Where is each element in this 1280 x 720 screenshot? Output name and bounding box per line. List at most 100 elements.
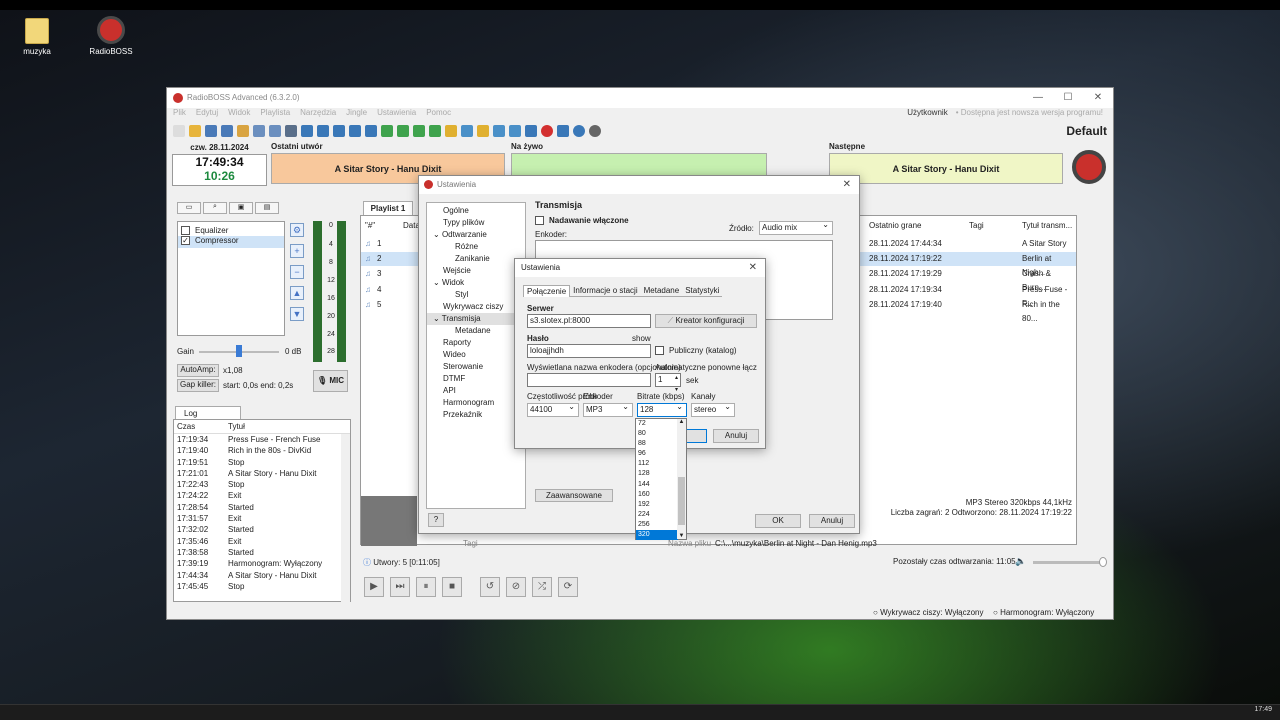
bitrate-option[interactable]: 88 <box>636 439 678 449</box>
stats-icon[interactable] <box>557 125 569 137</box>
menu-plik[interactable]: Plik <box>173 108 186 119</box>
new-icon[interactable] <box>173 125 185 137</box>
effect-settings-button[interactable]: ⚙ <box>290 223 304 237</box>
tab-connection[interactable]: Połączenie <box>523 285 571 297</box>
bitrate-option[interactable]: 320 <box>636 530 678 541</box>
minimize-button[interactable]: — <box>1023 88 1053 108</box>
log-row[interactable]: 17:19:40 Rich in the 80s - DivKid <box>174 445 350 456</box>
desktop-icon-radioboss[interactable]: RadioBOSS <box>81 16 141 56</box>
tree-broadcast[interactable]: ⌄ Transmisja <box>427 313 525 325</box>
next-icon[interactable]: ⏭ <box>390 577 410 597</box>
scroll-down-icon[interactable]: ▼ <box>677 533 686 539</box>
log-row[interactable]: 17:32:02 Started <box>174 524 350 535</box>
tool2-icon[interactable] <box>477 125 489 137</box>
tree-reports[interactable]: Raporty <box>427 337 525 349</box>
encoder-name-input[interactable] <box>527 373 651 387</box>
effect-equalizer[interactable]: Equalizer <box>178 222 284 236</box>
record-icon[interactable] <box>541 125 553 137</box>
pause-icon[interactable]: ⏸ <box>416 577 436 597</box>
tree-view[interactable]: ⌄ Widok <box>427 277 525 289</box>
loop-icon[interactable]: ⟳ <box>558 577 578 597</box>
scroll-up-icon[interactable]: ▲ <box>677 419 686 425</box>
close-button[interactable]: ✕ <box>1083 88 1113 108</box>
tree-general[interactable]: Ogólne <box>427 205 525 217</box>
bitrate-option[interactable]: 128 <box>636 469 678 479</box>
open-icon[interactable] <box>189 125 201 137</box>
log-row[interactable]: 17:22:43 Stop <box>174 479 350 490</box>
tree-metadata[interactable]: Metadane <box>427 325 525 337</box>
play-icon[interactable]: ▶ <box>364 577 384 597</box>
encoder-ok-button[interactable] <box>685 429 707 443</box>
log-row[interactable]: 17:45:45 Stop <box>174 581 350 592</box>
save-icon[interactable] <box>205 125 217 137</box>
log-row[interactable]: 17:19:51 Stop <box>174 457 350 468</box>
save-as-icon[interactable] <box>221 125 233 137</box>
menu-playlista[interactable]: Playlista <box>260 108 290 119</box>
channels-select[interactable]: stereo <box>691 401 735 417</box>
tree-misc[interactable]: Różne <box>427 241 525 253</box>
gain-slider-thumb[interactable] <box>236 345 242 357</box>
public-directory[interactable]: Publiczny (katalog) <box>655 346 737 356</box>
globe-icon[interactable] <box>573 125 585 137</box>
menu-narzedzia[interactable]: Narzędzia <box>300 108 336 119</box>
tab-effects-icon[interactable]: ▤ <box>255 202 279 214</box>
dropdown-scrollbar[interactable]: ▲ ▼ <box>677 419 686 539</box>
menu-edytuj[interactable]: Edytuj <box>196 108 218 119</box>
tree-input[interactable]: Wejście <box>427 265 525 277</box>
server-input[interactable]: s3.slotex.pl:8000 <box>527 314 651 328</box>
cut-icon[interactable] <box>237 125 249 137</box>
tab-folder-icon[interactable]: ▭ <box>177 202 201 214</box>
bitrate-option[interactable]: 160 <box>636 490 678 500</box>
tree-style[interactable]: Styl <box>427 289 525 301</box>
bitrate-option[interactable]: 96 <box>636 449 678 459</box>
gear-icon[interactable] <box>589 125 601 137</box>
tool3-icon[interactable] <box>493 125 505 137</box>
compressor-checkbox[interactable]: ✓ <box>181 236 190 246</box>
log-row[interactable]: 17:28:54 Started <box>174 502 350 513</box>
effect-up-button[interactable]: ▲ <box>290 286 304 300</box>
effect-compressor[interactable]: ✓ Compressor <box>178 236 284 248</box>
encoder-type-select[interactable]: MP3 <box>583 401 633 417</box>
bitrate-option[interactable]: 224 <box>636 510 678 520</box>
update-notice[interactable]: • Dostępna jest nowsza wersja programu! <box>956 108 1103 117</box>
playlist-tab[interactable]: Playlist 1 <box>363 201 413 215</box>
tree-silence-detector[interactable]: Wykrywacz ciszy <box>427 301 525 313</box>
view3-icon[interactable] <box>333 125 345 137</box>
add-stream-icon[interactable] <box>413 125 425 137</box>
reconnect-input[interactable]: 1 ▴ ▾ <box>655 373 681 393</box>
settings-ok-button[interactable]: OK <box>755 514 801 528</box>
broadcast-enabled-checkbox[interactable] <box>535 216 544 226</box>
tree-api[interactable]: API <box>427 385 525 397</box>
settings-close-button[interactable]: ✕ <box>843 176 851 194</box>
tab-station-info[interactable]: Informacje o stacji <box>570 285 641 297</box>
tab-search-icon[interactable]: ⌕ <box>203 202 227 214</box>
log-row[interactable]: 17:39:19 Harmonogram: Wyłączony <box>174 558 350 569</box>
maximize-button[interactable]: ☐ <box>1053 88 1083 108</box>
volume-thumb[interactable] <box>1099 557 1107 567</box>
equalizer-checkbox[interactable] <box>181 226 190 236</box>
view5-icon[interactable] <box>365 125 377 137</box>
source-select[interactable]: Audio mix <box>759 219 833 235</box>
tool5-icon[interactable] <box>525 125 537 137</box>
tool1-icon[interactable] <box>461 125 473 137</box>
log-tab[interactable]: Log <box>175 406 241 420</box>
log-row[interactable]: 17:21:01 A Sitar Story - Hanu Dixit <box>174 468 350 479</box>
bitrate-option[interactable]: 72 <box>636 419 678 429</box>
bitrate-option[interactable]: 144 <box>636 480 678 490</box>
add-folder-icon[interactable] <box>397 125 409 137</box>
view1-icon[interactable] <box>301 125 313 137</box>
add-jingle-icon[interactable] <box>445 125 457 137</box>
tree-relay[interactable]: Przekaźnik <box>427 409 525 421</box>
tree-fading[interactable]: Zanikanie <box>427 253 525 265</box>
tool4-icon[interactable] <box>509 125 521 137</box>
settings-cancel-button[interactable]: Anuluj <box>809 514 855 528</box>
show-password-link[interactable]: show <box>632 334 651 343</box>
stop-icon[interactable]: ■ <box>442 577 462 597</box>
desktop-icon-muzyka[interactable]: muzyka <box>7 18 67 56</box>
volume-icon[interactable]: 🔈 <box>1015 556 1026 567</box>
autoamp-button[interactable]: AutoAmp: <box>177 364 219 377</box>
bitrate-option[interactable]: 80 <box>636 429 678 439</box>
undo-icon[interactable] <box>285 125 297 137</box>
effect-add-button[interactable]: + <box>290 244 304 258</box>
log-row[interactable]: 17:44:34 A Sitar Story - Hanu Dixit <box>174 570 350 581</box>
